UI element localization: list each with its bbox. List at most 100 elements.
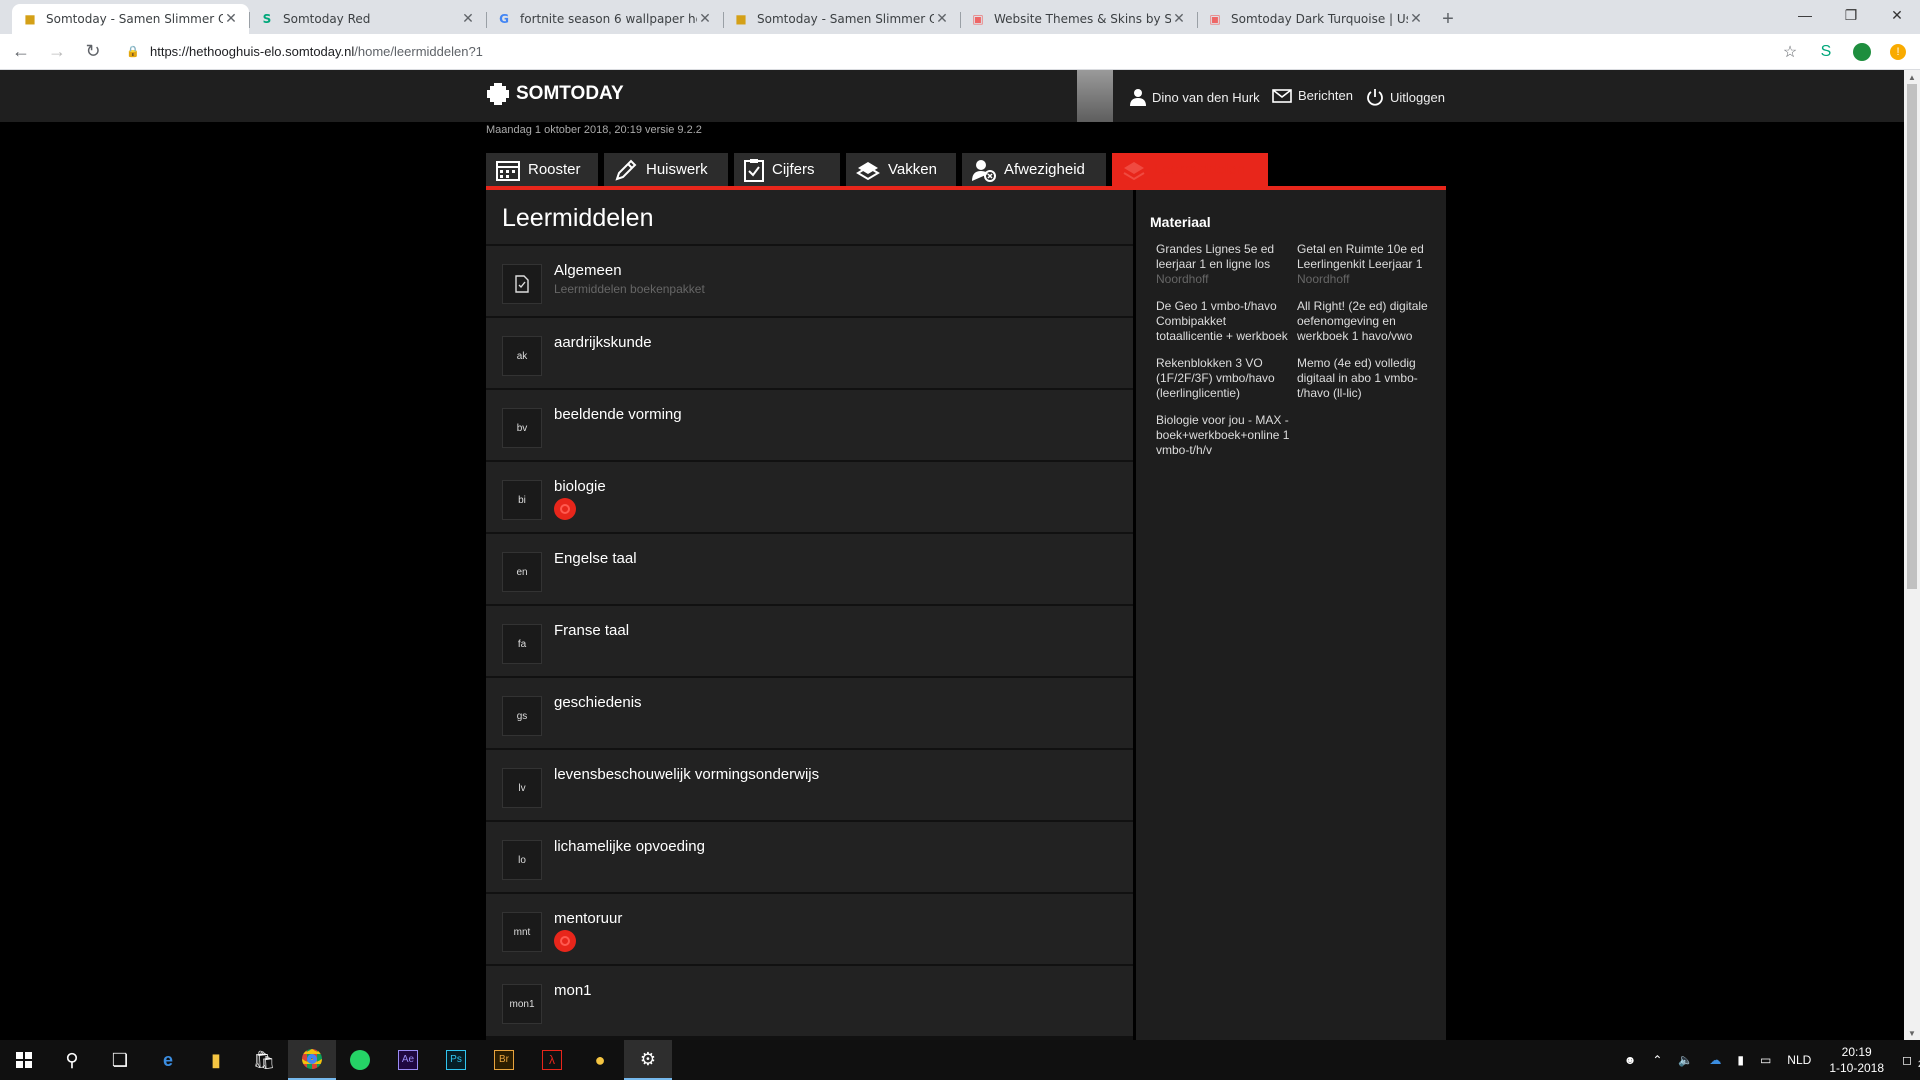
material-item[interactable]: De Geo 1 vmbo-t/havo Combipakket totaall… bbox=[1156, 299, 1296, 344]
userstyles-favicon-icon: ▣ bbox=[972, 12, 984, 26]
document-check-icon bbox=[502, 264, 542, 304]
material-indicator-icon bbox=[554, 930, 576, 952]
language-indicator[interactable]: NLD bbox=[1787, 1053, 1811, 1067]
subject-row[interactable]: mnt mentoruur bbox=[486, 892, 1133, 964]
scroll-down-arrow-icon[interactable]: ▼ bbox=[1904, 1026, 1920, 1040]
user-profile-link[interactable]: Dino van den Hurk bbox=[1130, 88, 1260, 106]
acrobat-icon[interactable]: λ bbox=[528, 1040, 576, 1080]
clock[interactable]: 20:19 1-10-2018 bbox=[1829, 1044, 1884, 1076]
close-tab-icon[interactable]: ✕ bbox=[697, 11, 713, 27]
person-absence-icon bbox=[972, 159, 996, 182]
battery-icon[interactable]: ▮ bbox=[1737, 1053, 1744, 1067]
subject-row[interactable]: mon1 mon1 bbox=[486, 964, 1133, 1036]
logout-link[interactable]: Uitloggen bbox=[1366, 88, 1445, 106]
back-arrow-icon[interactable]: ← bbox=[6, 37, 36, 67]
search-icon[interactable]: ⚲ bbox=[48, 1040, 96, 1080]
after-effects-icon[interactable]: Ae bbox=[384, 1040, 432, 1080]
user-avatar[interactable] bbox=[1077, 70, 1113, 122]
scroll-up-arrow-icon[interactable]: ▲ bbox=[1904, 70, 1920, 84]
system-tray: ☻ ⌃ 🔈 ☁ ▮ ▭ NLD 20:19 1-10-2018 ◻23 bbox=[1616, 1040, 1920, 1080]
onedrive-icon[interactable]: ☁ bbox=[1709, 1053, 1721, 1067]
messages-link[interactable]: Berichten bbox=[1272, 88, 1353, 103]
edge-icon[interactable]: e bbox=[144, 1040, 192, 1080]
show-hidden-icons-icon[interactable]: ⌃ bbox=[1652, 1053, 1662, 1067]
clock-time: 20:19 bbox=[1841, 1045, 1872, 1059]
subject-row[interactable]: bv beeldende vorming bbox=[486, 388, 1133, 460]
browser-tab[interactable]: G fortnite season 6 wallpaper hd 13 ✕ bbox=[486, 4, 723, 34]
address-bar[interactable]: 🔒 https://hethooghuis-elo.somtoday.nl/ho… bbox=[120, 38, 1776, 66]
store-icon[interactable]: 🛍 bbox=[240, 1040, 288, 1080]
tab-afwezigheid[interactable]: Afwezigheid bbox=[962, 153, 1106, 186]
subject-row[interactable]: bi biologie bbox=[486, 460, 1133, 532]
browser-tab[interactable]: ▣ Website Themes & Skins by Styli ✕ bbox=[960, 4, 1197, 34]
books-icon bbox=[856, 161, 880, 180]
materials-grid: Grandes Lignes 5e ed leerjaar 1 en ligne… bbox=[1150, 242, 1432, 458]
network-icon[interactable]: ▭ bbox=[1760, 1053, 1771, 1067]
subject-row[interactable]: lv levensbeschouwelijk vormingsonderwijs bbox=[486, 748, 1133, 820]
forward-arrow-icon[interactable]: → bbox=[42, 37, 72, 67]
close-tab-icon[interactable]: ✕ bbox=[223, 11, 239, 27]
material-item[interactable]: Grandes Lignes 5e ed leerjaar 1 en ligne… bbox=[1156, 242, 1296, 287]
subject-abbreviation: bv bbox=[502, 408, 542, 448]
main-navigation: Rooster Huiswerk Cijfers Vakken Afwezigh… bbox=[486, 153, 1446, 190]
browser-tab[interactable]: ■ Somtoday - Samen Slimmer Ond ✕ bbox=[723, 4, 960, 34]
reload-icon[interactable]: ↻ bbox=[78, 37, 108, 67]
subject-row[interactable]: fa Franse taal bbox=[486, 604, 1133, 676]
material-item[interactable]: All Right! (2e ed) digitale oefenomgevin… bbox=[1297, 299, 1437, 344]
tab-rooster[interactable]: Rooster bbox=[486, 153, 598, 186]
bridge-icon[interactable]: Br bbox=[480, 1040, 528, 1080]
whatsapp-icon[interactable] bbox=[336, 1040, 384, 1080]
close-tab-icon[interactable]: ✕ bbox=[1171, 11, 1187, 27]
material-name: Grandes Lignes 5e ed leerjaar 1 en ligne… bbox=[1156, 242, 1275, 271]
subject-row[interactable]: ak aardrijkskunde bbox=[486, 316, 1133, 388]
update-alert-icon[interactable]: ! bbox=[1884, 38, 1912, 66]
url-path: /home/leermiddelen?1 bbox=[354, 44, 483, 59]
bookmark-star-icon[interactable]: ☆ bbox=[1776, 38, 1804, 66]
new-tab-button[interactable]: + bbox=[1434, 4, 1462, 34]
task-view-icon[interactable]: ❏ bbox=[96, 1040, 144, 1080]
close-tab-icon[interactable]: ✕ bbox=[1408, 11, 1424, 27]
tab-cijfers[interactable]: Cijfers bbox=[734, 153, 840, 186]
subject-row[interactable]: gs geschiedenis bbox=[486, 676, 1133, 748]
browser-tab[interactable]: ■ Somtoday - Samen Slimmer Ond ✕ bbox=[12, 4, 249, 34]
profile-avatar-icon[interactable] bbox=[1848, 38, 1876, 66]
lock-icon: 🔒 bbox=[126, 45, 140, 58]
subject-name: Engelse taal bbox=[554, 550, 637, 567]
material-item[interactable]: Biologie voor jou - MAX - boek+werkboek+… bbox=[1156, 413, 1296, 458]
somtoday-logo-icon bbox=[487, 83, 509, 105]
tab-vakken[interactable]: Vakken bbox=[846, 153, 956, 186]
browser-tab[interactable]: ▣ Somtoday Dark Turquoise | Userst ✕ bbox=[1197, 4, 1434, 34]
subject-row[interactable]: Algemeen Leermiddelen boekenpakket bbox=[486, 244, 1133, 316]
material-item[interactable]: Getal en Ruimte 10e ed Leerlingenkit Lee… bbox=[1297, 242, 1437, 287]
somtoday-logo[interactable]: SOMTODAY bbox=[486, 82, 624, 106]
page-scrollbar[interactable]: ▲ ▼ bbox=[1904, 70, 1920, 1040]
close-tab-icon[interactable]: ✕ bbox=[460, 11, 476, 27]
clock-date: 1-10-2018 bbox=[1829, 1061, 1885, 1075]
material-item[interactable]: Memo (4e ed) volledig digitaal in abo 1 … bbox=[1297, 356, 1437, 401]
tab-leermiddelen[interactable]: Leermiddelen bbox=[1112, 153, 1268, 186]
close-window-icon[interactable]: ✕ bbox=[1874, 0, 1920, 30]
url-host: https://hethooghuis-elo.somtoday.nl bbox=[150, 44, 355, 59]
material-name: Memo (4e ed) volledig digitaal in abo 1 … bbox=[1297, 356, 1418, 400]
stylish-extension-icon[interactable]: S bbox=[1812, 38, 1840, 66]
windows-start-icon[interactable] bbox=[0, 1040, 48, 1080]
pencil-icon bbox=[615, 159, 637, 181]
subject-row[interactable]: lo lichamelijke opvoeding bbox=[486, 820, 1133, 892]
tab-huiswerk[interactable]: Huiswerk bbox=[604, 153, 728, 186]
app-icon[interactable]: ● bbox=[576, 1040, 624, 1080]
people-icon[interactable]: ☻ bbox=[1624, 1053, 1637, 1067]
file-explorer-icon[interactable]: ▮ bbox=[192, 1040, 240, 1080]
browser-tab[interactable]: S Somtoday Red ✕ bbox=[249, 4, 486, 34]
volume-icon[interactable]: 🔈 bbox=[1678, 1053, 1693, 1067]
minimize-icon[interactable]: — bbox=[1782, 0, 1828, 30]
chrome-icon[interactable] bbox=[288, 1040, 336, 1080]
subject-row[interactable]: en Engelse taal bbox=[486, 532, 1133, 604]
close-tab-icon[interactable]: ✕ bbox=[934, 11, 950, 27]
settings-icon[interactable]: ⚙ bbox=[624, 1040, 672, 1080]
material-name: Biologie voor jou - MAX - boek+werkboek+… bbox=[1156, 413, 1290, 457]
scrollbar-thumb[interactable] bbox=[1907, 84, 1917, 589]
notification-center-icon[interactable]: ◻23 bbox=[1902, 1053, 1920, 1069]
restore-icon[interactable]: ❐ bbox=[1828, 0, 1874, 30]
material-item[interactable]: Rekenblokken 3 VO (1F/2F/3F) vmbo/havo (… bbox=[1156, 356, 1296, 401]
photoshop-icon[interactable]: Ps bbox=[432, 1040, 480, 1080]
